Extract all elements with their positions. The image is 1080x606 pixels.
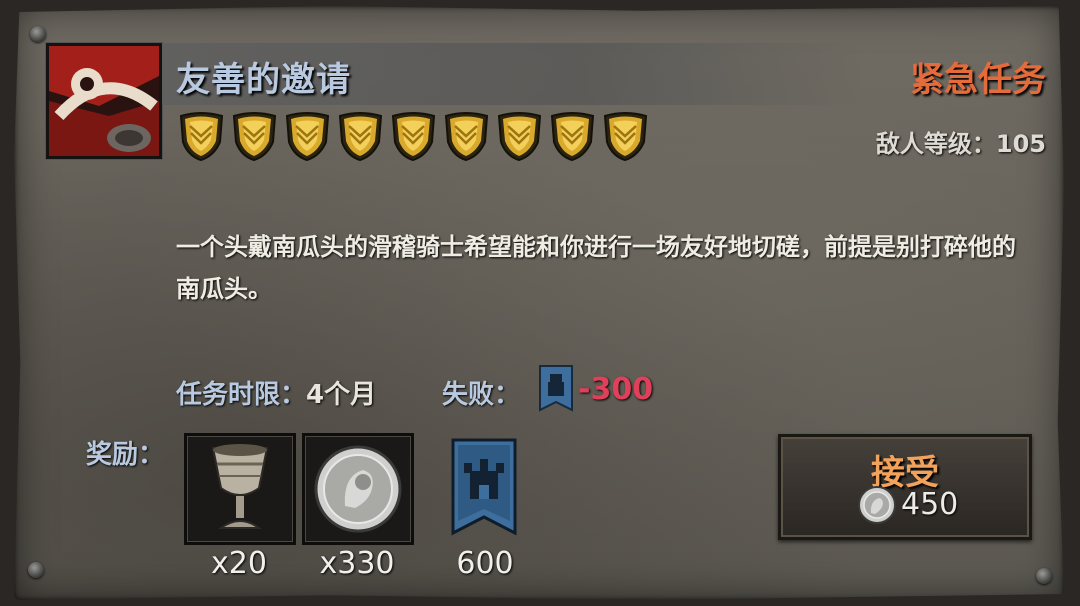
urgent-quest-label: 紧急任务 — [910, 60, 1046, 100]
nail-icon — [28, 562, 44, 578]
quest-giver-portrait — [46, 43, 162, 159]
difficulty-shield-icon — [444, 112, 489, 162]
difficulty-shield-icon — [285, 112, 330, 162]
reward-coins[interactable] — [302, 433, 414, 545]
enemy-level-value: 105 — [995, 130, 1046, 158]
reward-coins-qty: x330 — [319, 546, 395, 581]
accept-cost: 450 — [901, 487, 959, 522]
difficulty-shield-icon — [603, 112, 648, 162]
nail-icon — [1036, 568, 1052, 584]
difficulty-shield-icon — [497, 112, 542, 162]
silver-coin-icon — [314, 445, 402, 533]
reward-goblet[interactable] — [184, 433, 296, 545]
difficulty-shield-icon — [550, 112, 595, 162]
difficulty-shield-icon — [179, 112, 224, 162]
time-limit-label: 任务时限： — [176, 380, 307, 410]
time-limit: 任务时限：4个月 — [176, 374, 376, 411]
guild-banner-icon — [539, 365, 573, 412]
nail-icon — [30, 26, 46, 42]
pumpkin-knight-icon — [49, 46, 159, 156]
difficulty-shield-icon — [391, 112, 436, 162]
silver-coin-icon — [858, 486, 896, 524]
reward-goblet-qty: x20 — [211, 546, 267, 581]
guild-banner-icon — [451, 438, 517, 536]
difficulty-shield-icon — [338, 112, 383, 162]
difficulty-stars — [178, 112, 649, 162]
quest-title: 友善的邀请 — [176, 60, 351, 100]
rewards-label: 奖励： — [86, 440, 165, 470]
time-limit-value: 4个月 — [306, 380, 377, 410]
reward-reputation-qty: 600 — [456, 546, 514, 581]
difficulty-shield-icon — [232, 112, 277, 162]
accept-button[interactable]: 接受 450 — [778, 434, 1032, 540]
enemy-level-label: 敌人等级： — [875, 130, 996, 158]
enemy-level: 敌人等级：105 — [876, 124, 1046, 159]
failure-label: 失败： — [442, 380, 521, 410]
failure-penalty: -300 — [578, 372, 654, 407]
goblet-icon — [211, 444, 269, 529]
quest-description: 一个头戴南瓜头的滑稽骑士希望能和你进行一场友好地切磋，前提是别打碎他的南瓜头。 — [176, 233, 1016, 303]
